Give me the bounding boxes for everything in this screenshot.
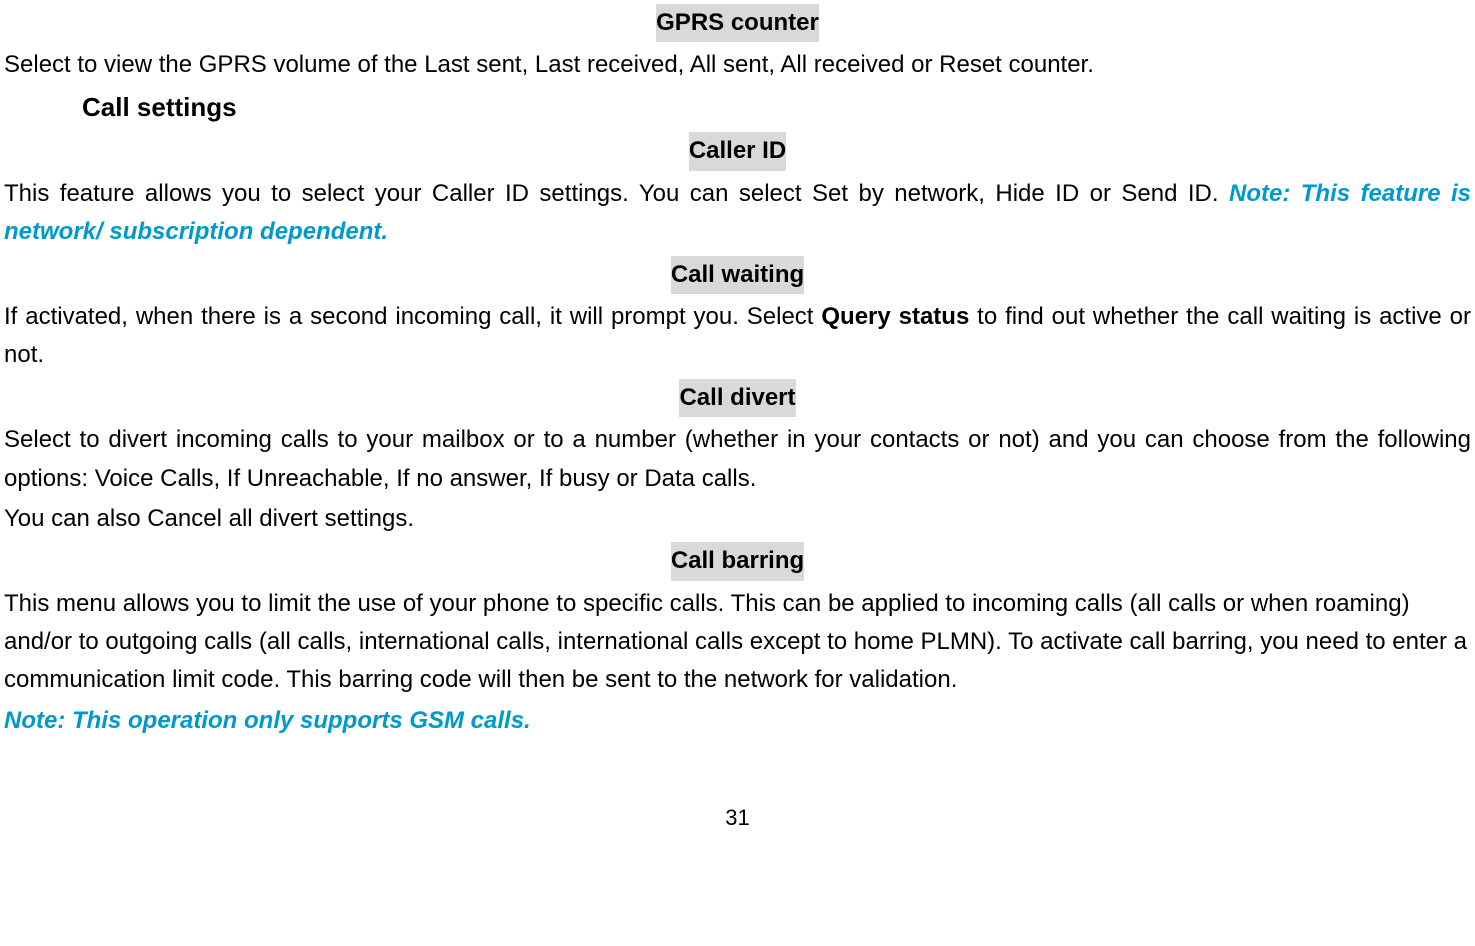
call-divert-paragraph-2: You can also Cancel all divert settings. bbox=[4, 500, 1471, 538]
heading-caller-id: Caller ID bbox=[689, 132, 786, 170]
heading-call-waiting: Call waiting bbox=[671, 256, 804, 294]
call-waiting-paragraph: If activated, when there is a second inc… bbox=[4, 298, 1471, 375]
call-divert-paragraph-1: Select to divert incoming calls to your … bbox=[4, 421, 1471, 498]
heading-call-divert: Call divert bbox=[679, 379, 795, 417]
query-status-bold: Query status bbox=[821, 303, 969, 330]
heading-call-barring: Call barring bbox=[671, 542, 804, 580]
call-waiting-text-1: If activated, when there is a second inc… bbox=[4, 303, 821, 330]
heading-gprs-counter: GPRS counter bbox=[656, 4, 819, 42]
call-barring-paragraph: This menu allows you to limit the use of… bbox=[4, 585, 1471, 700]
call-barring-note: Note: This operation only supports GSM c… bbox=[4, 702, 1471, 740]
caller-id-paragraph: This feature allows you to select your C… bbox=[4, 175, 1471, 252]
gprs-counter-description: Select to view the GPRS volume of the La… bbox=[4, 46, 1471, 84]
heading-call-settings: Call settings bbox=[82, 87, 1471, 129]
caller-id-text: This feature allows you to select your C… bbox=[4, 180, 1229, 207]
page-number: 31 bbox=[4, 800, 1471, 835]
